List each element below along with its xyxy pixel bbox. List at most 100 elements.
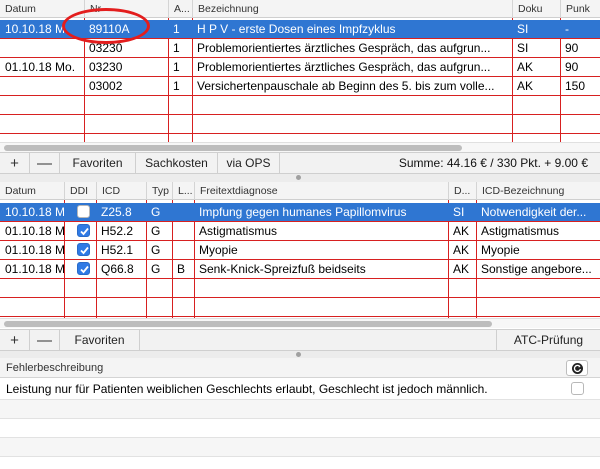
scrollbar-thumb[interactable]	[4, 145, 462, 151]
cell-icd: Q66.8	[101, 262, 134, 276]
cell-nr: 03002	[89, 79, 123, 93]
cell-anzahl: 1	[173, 60, 180, 74]
col-datum[interactable]: Datum	[0, 182, 64, 200]
cell-anzahl: 1	[173, 22, 180, 36]
error-text: Leistung nur für Patienten weiblichen Ge…	[6, 382, 488, 396]
empty-row	[0, 96, 600, 115]
cell-punkte: 150	[565, 79, 586, 93]
cell-ddi	[64, 222, 96, 240]
col-d[interactable]: D...	[448, 182, 476, 200]
col-l[interactable]: L...	[172, 182, 194, 200]
cell-bezeichnung: Problemorientiertes ärztliches Gespräch,…	[197, 41, 491, 55]
empty-row	[0, 419, 600, 438]
table-row[interactable]: 10.10.18 M Z25.8 G Impfung gegen humanes…	[0, 203, 600, 222]
favoriten-button[interactable]: Favoriten	[60, 153, 136, 174]
diagnoses-table: Datum DDI ICD Typ L... Freitextdiagnose …	[0, 182, 600, 330]
annotation-circle	[62, 8, 150, 44]
cell-datum: 01.10.18 M	[5, 262, 64, 276]
cell-freitextdiagnose: Impfung gegen humanes Papillomvirus	[199, 205, 407, 219]
table-row[interactable]: 01.10.18 Mo. 03230 1 Problemorientiertes…	[0, 58, 600, 77]
cell-d: AK	[453, 224, 470, 238]
cell-doku: AK	[517, 79, 534, 93]
cell-icd: Z25.8	[101, 205, 132, 219]
remove-diagnosis-button[interactable]: —	[30, 330, 60, 351]
cell-ddi	[64, 203, 96, 221]
cell-l	[172, 241, 194, 259]
add-diagnosis-button[interactable]: +	[0, 330, 30, 351]
horizontal-scrollbar[interactable]	[0, 318, 600, 328]
col-icd[interactable]: ICD	[96, 182, 146, 200]
cell-freitextdiagnose: Senk-Knick-Spreizfuß beidseits	[199, 262, 366, 276]
empty-row	[0, 400, 600, 419]
col-freitextdiagnose[interactable]: Freitextdiagnose	[194, 182, 448, 200]
empty-row	[0, 438, 600, 457]
horizontal-scrollbar[interactable]	[0, 142, 600, 152]
ddi-checkbox[interactable]	[77, 243, 90, 256]
cell-datum	[0, 39, 84, 57]
refresh-icon	[572, 363, 583, 374]
cell-icd-bezeichnung: Sonstige angebore...	[481, 262, 592, 276]
ddi-checkbox[interactable]	[77, 262, 90, 275]
refresh-button[interactable]	[566, 360, 588, 376]
cell-ddi	[64, 260, 96, 278]
cell-ddi	[64, 241, 96, 259]
error-row[interactable]: Leistung nur für Patienten weiblichen Ge…	[0, 378, 600, 400]
services-toolbar: + — Favoriten Sachkosten via OPS Summe: …	[0, 152, 600, 174]
cell-datum: 10.10.18 M	[5, 205, 64, 219]
cell-doku: SI	[517, 22, 529, 36]
ddi-checkbox[interactable]	[77, 224, 90, 237]
cell-freitextdiagnose: Myopie	[199, 243, 238, 257]
cell-doku: AK	[517, 60, 534, 74]
col-anzahl[interactable]: A...	[168, 0, 192, 18]
scrollbar-thumb[interactable]	[4, 321, 492, 327]
error-panel: Fehlerbeschreibung Leistung nur für Pati…	[0, 358, 600, 469]
cell-datum: 01.10.18 M	[5, 224, 64, 238]
add-button[interactable]: +	[0, 153, 30, 174]
atc-pruefung-button[interactable]: ATC-Prüfung	[496, 330, 600, 351]
cell-d: AK	[453, 262, 470, 276]
cell-l: B	[177, 262, 186, 276]
table-row[interactable]: 03002 1 Versichertenpauschale ab Beginn …	[0, 77, 600, 96]
summe-label: Summe: 44.16 € / 330 Pkt. + 9.00 €	[398, 156, 588, 170]
cell-icd: H52.2	[101, 224, 134, 238]
cell-anzahl: 1	[173, 79, 180, 93]
cell-punkte: -	[565, 22, 569, 36]
via-ops-button[interactable]: via OPS	[218, 153, 280, 174]
empty-row	[0, 279, 600, 298]
sachkosten-button[interactable]: Sachkosten	[136, 153, 218, 174]
col-punkte[interactable]: Punk	[560, 0, 600, 18]
cell-icd-bezeichnung: Notwendigkeit der...	[481, 205, 587, 219]
ddi-checkbox[interactable]	[77, 205, 90, 218]
cell-l	[172, 203, 194, 221]
remove-button[interactable]: —	[30, 153, 60, 174]
cell-d: SI	[453, 205, 465, 219]
table-row[interactable]: 01.10.18 M H52.1 G Myopie AK Myopie	[0, 241, 600, 260]
cell-typ: G	[151, 243, 161, 257]
split-handle[interactable]	[296, 175, 301, 180]
cell-bezeichnung: Versichertenpauschale ab Beginn des 5. b…	[197, 79, 495, 93]
error-checkbox[interactable]	[571, 382, 584, 395]
cell-typ: G	[151, 224, 161, 238]
col-bezeichnung[interactable]: Bezeichnung	[192, 0, 512, 18]
cell-punkte: 90	[565, 60, 579, 74]
favoriten-button[interactable]: Favoriten	[60, 330, 140, 351]
col-ddi[interactable]: DDI	[64, 182, 96, 200]
col-typ[interactable]: Typ	[146, 182, 172, 200]
cell-l	[172, 222, 194, 240]
cell-doku: SI	[517, 41, 529, 55]
cell-bezeichnung: Problemorientiertes ärztliches Gespräch,…	[197, 60, 491, 74]
col-icd-bezeichnung[interactable]: ICD-Bezeichnung	[476, 182, 600, 200]
split-handle[interactable]	[296, 352, 301, 357]
cell-icd-bezeichnung: Myopie	[481, 243, 520, 257]
cell-icd-bezeichnung: Astigmatismus	[481, 224, 560, 238]
col-doku[interactable]: Doku	[512, 0, 560, 18]
table-row[interactable]: 01.10.18 M H52.2 G Astigmatismus AK Asti…	[0, 222, 600, 241]
empty-row	[0, 298, 600, 317]
cell-freitextdiagnose: Astigmatismus	[199, 224, 278, 238]
table-row[interactable]: 01.10.18 M Q66.8 G B Senk-Knick-Spreizfu…	[0, 260, 600, 279]
diagnoses-table-header: Datum DDI ICD Typ L... Freitextdiagnose …	[0, 182, 600, 200]
cell-d: AK	[453, 243, 470, 257]
error-header-label: Fehlerbeschreibung	[6, 362, 104, 374]
cell-bezeichnung: H P V - erste Dosen eines Impfzyklus	[197, 22, 396, 36]
cell-typ: G	[151, 262, 161, 276]
